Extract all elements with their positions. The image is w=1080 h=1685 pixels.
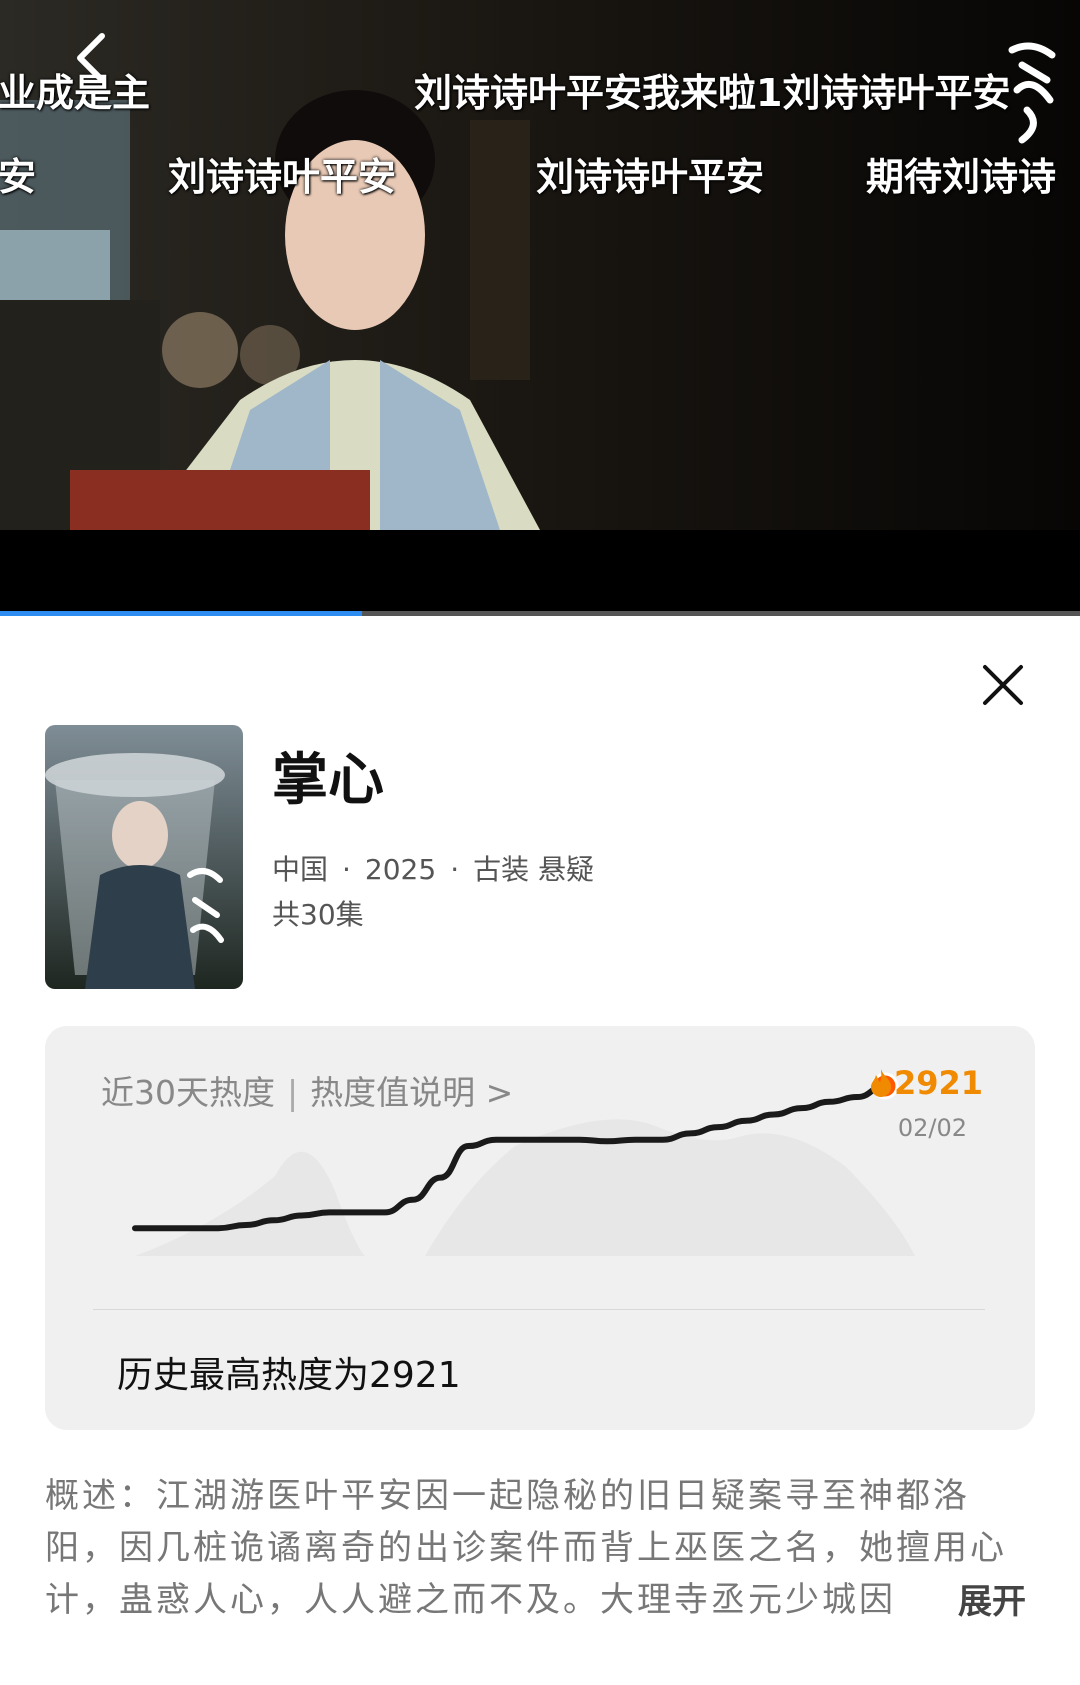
- danmaku-comment: 刘诗诗叶平安: [168, 155, 397, 199]
- current-heat-value: 2921: [893, 1064, 983, 1102]
- header-separator: |: [287, 1073, 299, 1112]
- show-genres: 古装 悬疑: [473, 853, 594, 886]
- episode-count: 共30集: [272, 898, 364, 931]
- close-button[interactable]: [980, 662, 1026, 708]
- heat-period-label: 近30天热度: [101, 1073, 275, 1112]
- heat-explanation-link[interactable]: 热度值说明 >: [310, 1073, 513, 1112]
- divider: [93, 1309, 985, 1310]
- meta-separator: ·: [342, 853, 351, 886]
- show-region: 中国: [272, 853, 329, 886]
- meta-separator: ·: [450, 853, 460, 886]
- danmaku-comment: 刘诗诗叶平安我来啦1刘诗诗叶平安: [414, 71, 1011, 115]
- danmaku-comment: 刘诗诗叶平安: [536, 155, 765, 199]
- show-logo-watermark: [1008, 42, 1056, 144]
- heat-header: 近30天热度 | 热度值说明 >: [101, 1066, 513, 1114]
- show-year: 2025: [364, 853, 437, 886]
- video-progress-bar[interactable]: [0, 611, 1080, 616]
- back-button[interactable]: [70, 30, 114, 86]
- close-icon: [983, 665, 1023, 705]
- current-heat-date: 02/02: [897, 1114, 967, 1142]
- video-progress-fill: [0, 611, 362, 616]
- letterbox: [0, 530, 1080, 616]
- danmaku-comment: 安: [0, 155, 37, 199]
- expand-summary-button[interactable]: 展开: [958, 1574, 1026, 1623]
- chevron-left-icon: [77, 33, 105, 83]
- show-summary: 概述：江湖游医叶平安因一起隐秘的旧日疑案寻至神都洛阳，因几桩诡谲离奇的出诊案件而…: [45, 1476, 1007, 1620]
- current-heat: 2921: [868, 1064, 983, 1102]
- show-title: 掌心: [272, 748, 384, 813]
- peak-heat-text: 历史最高热度为2921: [117, 1355, 461, 1396]
- show-meta: 中国 · 2025 · 古装 悬疑: [272, 848, 594, 888]
- show-poster[interactable]: [45, 725, 243, 989]
- video-player[interactable]: 业成是主 刘诗诗叶平安我来啦1刘诗诗叶平安 安 刘诗诗叶平安 刘诗诗叶平安 期待…: [0, 0, 1080, 616]
- heat-card: 近30天热度 | 热度值说明 > 2921 02/02 历史最高热度为2921: [45, 1026, 1035, 1430]
- fire-icon: [870, 1069, 891, 1097]
